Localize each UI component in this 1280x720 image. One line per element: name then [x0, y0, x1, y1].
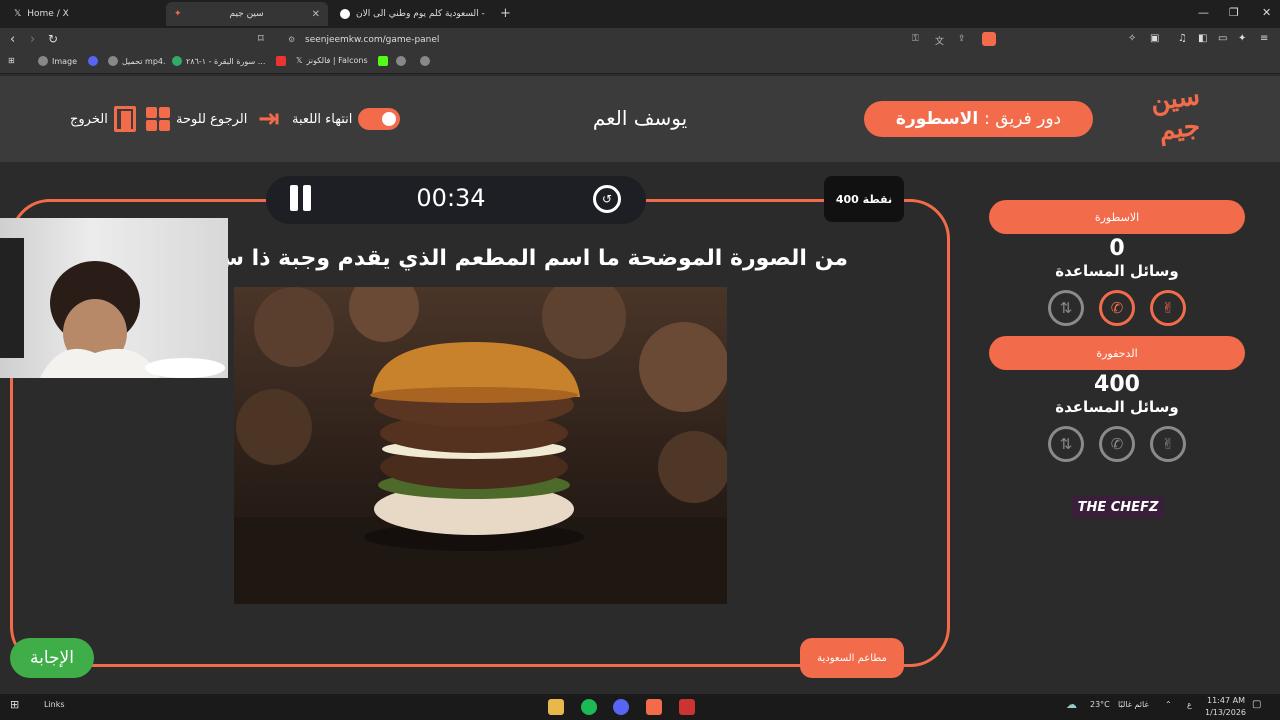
new-tab-button[interactable]: +: [500, 6, 511, 21]
tab-seen-jeem[interactable]: ✦ سين جيم ✕: [166, 2, 328, 26]
menu-icon[interactable]: ≡: [1260, 33, 1268, 44]
discord-icon[interactable]: [613, 699, 629, 715]
weather-text: غائم غالبًا: [1118, 700, 1149, 709]
category-badge: مطاعم السعودية: [800, 638, 904, 678]
bookmark-icon[interactable]: ⌑: [258, 32, 264, 45]
bookmark-extra-icon[interactable]: [396, 56, 406, 66]
site-favicon-icon: ✦: [174, 9, 182, 19]
end-game-button[interactable]: انتهاء اللعبة: [292, 106, 401, 132]
spotify-icon[interactable]: [581, 699, 597, 715]
webcam-overlay: [0, 218, 228, 378]
x-logo-icon: 𝕏: [296, 56, 303, 65]
minimize-button[interactable]: —: [1198, 6, 1209, 19]
key-icon[interactable]: ⚿: [912, 34, 919, 44]
url-field[interactable]: seenjeemkw.com/game-panel: [305, 35, 439, 45]
call-friend-icon[interactable]: ✆: [1099, 290, 1135, 326]
tray-chevron-icon[interactable]: ⌃: [1165, 700, 1172, 709]
windows-taskbar: [0, 694, 1280, 720]
weather-temp[interactable]: 23°C: [1090, 700, 1110, 709]
swap-question-icon[interactable]: ⇅: [1048, 290, 1084, 326]
call-friend-icon[interactable]: ✆: [1099, 426, 1135, 462]
youtube-bookmark-icon[interactable]: [276, 56, 286, 66]
links-toolbar[interactable]: Links: [44, 700, 65, 709]
bookmark-quran[interactable]: سورة البقرة - ١-٢٨٦ ...: [172, 56, 265, 66]
reload-icon[interactable]: ↻: [48, 32, 58, 46]
team-1-name: الاسطورة: [989, 200, 1245, 234]
discord-bookmark-icon[interactable]: [88, 56, 98, 66]
team-2-score: 400: [1094, 372, 1140, 397]
team-2-aids-label: وسائل المساعدة: [1055, 398, 1179, 416]
media-icon[interactable]: ♫: [1178, 33, 1187, 44]
double-points-icon[interactable]: ✌: [1150, 426, 1186, 462]
player-name: يوسف العم: [592, 106, 688, 130]
close-tab-icon[interactable]: ✕: [312, 9, 320, 20]
brave-shield-icon[interactable]: [982, 32, 996, 46]
timer-display: 00:34: [416, 184, 486, 212]
address-bar: [0, 28, 1280, 52]
question-text: من الصورة الموضحة ما اسم المطعم الذي يقد…: [228, 246, 848, 271]
exit-door-icon: [113, 106, 136, 132]
screenshot-icon[interactable]: ▣: [1150, 33, 1159, 44]
extensions-icon[interactable]: ✧: [1128, 33, 1136, 44]
team-1-score: 0: [1109, 236, 1125, 261]
wallet-icon[interactable]: ▭: [1218, 33, 1227, 44]
board-grid-icon: [146, 107, 170, 131]
x-logo-icon: 𝕏: [14, 9, 22, 19]
share-icon[interactable]: ⇪: [958, 34, 966, 44]
bookmark-image[interactable]: Image: [38, 56, 77, 66]
bookmark-falcons[interactable]: 𝕏 فالكونز | Falcons: [296, 56, 368, 65]
sponsor-logo: THE CHEFZ: [1072, 496, 1164, 518]
sidebar-icon[interactable]: ◧: [1198, 33, 1207, 44]
exit-button[interactable]: الخروج: [70, 106, 136, 132]
globe-icon: [108, 56, 118, 66]
clock-date[interactable]: 1/13/2026: [1205, 708, 1246, 717]
pause-button[interactable]: [290, 185, 312, 211]
windows-start-icon[interactable]: ⊞: [10, 698, 19, 711]
team-2-name: الدحفورة: [989, 336, 1245, 370]
reset-timer-icon[interactable]: ↺: [593, 185, 621, 213]
leo-ai-icon[interactable]: ✦: [1238, 33, 1246, 44]
bookmark-mp4[interactable]: تحميل mp4.: [108, 56, 166, 66]
tab-search[interactable]: السعودية كلم يوم وطني الى الان - rch: [332, 2, 498, 26]
brave-icon[interactable]: [646, 699, 662, 715]
team-1-aids-label: وسائل المساعدة: [1055, 262, 1179, 280]
weather-icon: ☁: [1066, 698, 1077, 711]
file-explorer-icon[interactable]: [548, 699, 564, 715]
seen-jeem-logo: سين جيم: [1148, 80, 1202, 147]
globe-icon: [38, 56, 48, 66]
restore-button[interactable]: ❐: [1229, 6, 1239, 19]
double-points-icon[interactable]: ✌: [1150, 290, 1186, 326]
apps-grid-icon[interactable]: ⊞: [8, 56, 15, 65]
back-icon[interactable]: ‹: [10, 32, 15, 47]
team-turn-badge: دور فريق : الاسطورة: [864, 101, 1093, 137]
answer-button[interactable]: الإجابة: [10, 638, 94, 678]
forward-icon[interactable]: ›: [30, 32, 35, 47]
arrow-right-icon: ⇥: [258, 104, 280, 134]
tab-home-x[interactable]: 𝕏 Home / X: [6, 2, 166, 26]
close-window-button[interactable]: ✕: [1262, 6, 1271, 19]
clock-time[interactable]: 11:47 AM: [1207, 696, 1245, 705]
site-info-icon[interactable]: ⚙: [288, 35, 295, 44]
end-game-toggle[interactable]: [358, 108, 401, 130]
notification-icon[interactable]: ▢: [1252, 699, 1261, 710]
translate-icon[interactable]: 文: [935, 34, 944, 47]
question-points-badge: 400 نقطة: [824, 176, 904, 222]
obs-icon[interactable]: [679, 699, 695, 715]
language-indicator[interactable]: ع: [1187, 700, 1192, 709]
burger-photo: [234, 287, 727, 604]
kick-bookmark-icon[interactable]: [378, 56, 388, 66]
swap-question-icon[interactable]: ⇅: [1048, 426, 1084, 462]
quran-icon: [172, 56, 182, 66]
back-to-board-button[interactable]: الرجوع للوحة: [146, 106, 247, 132]
google-icon: [340, 9, 350, 19]
bookmark-extra-icon[interactable]: [420, 56, 430, 66]
